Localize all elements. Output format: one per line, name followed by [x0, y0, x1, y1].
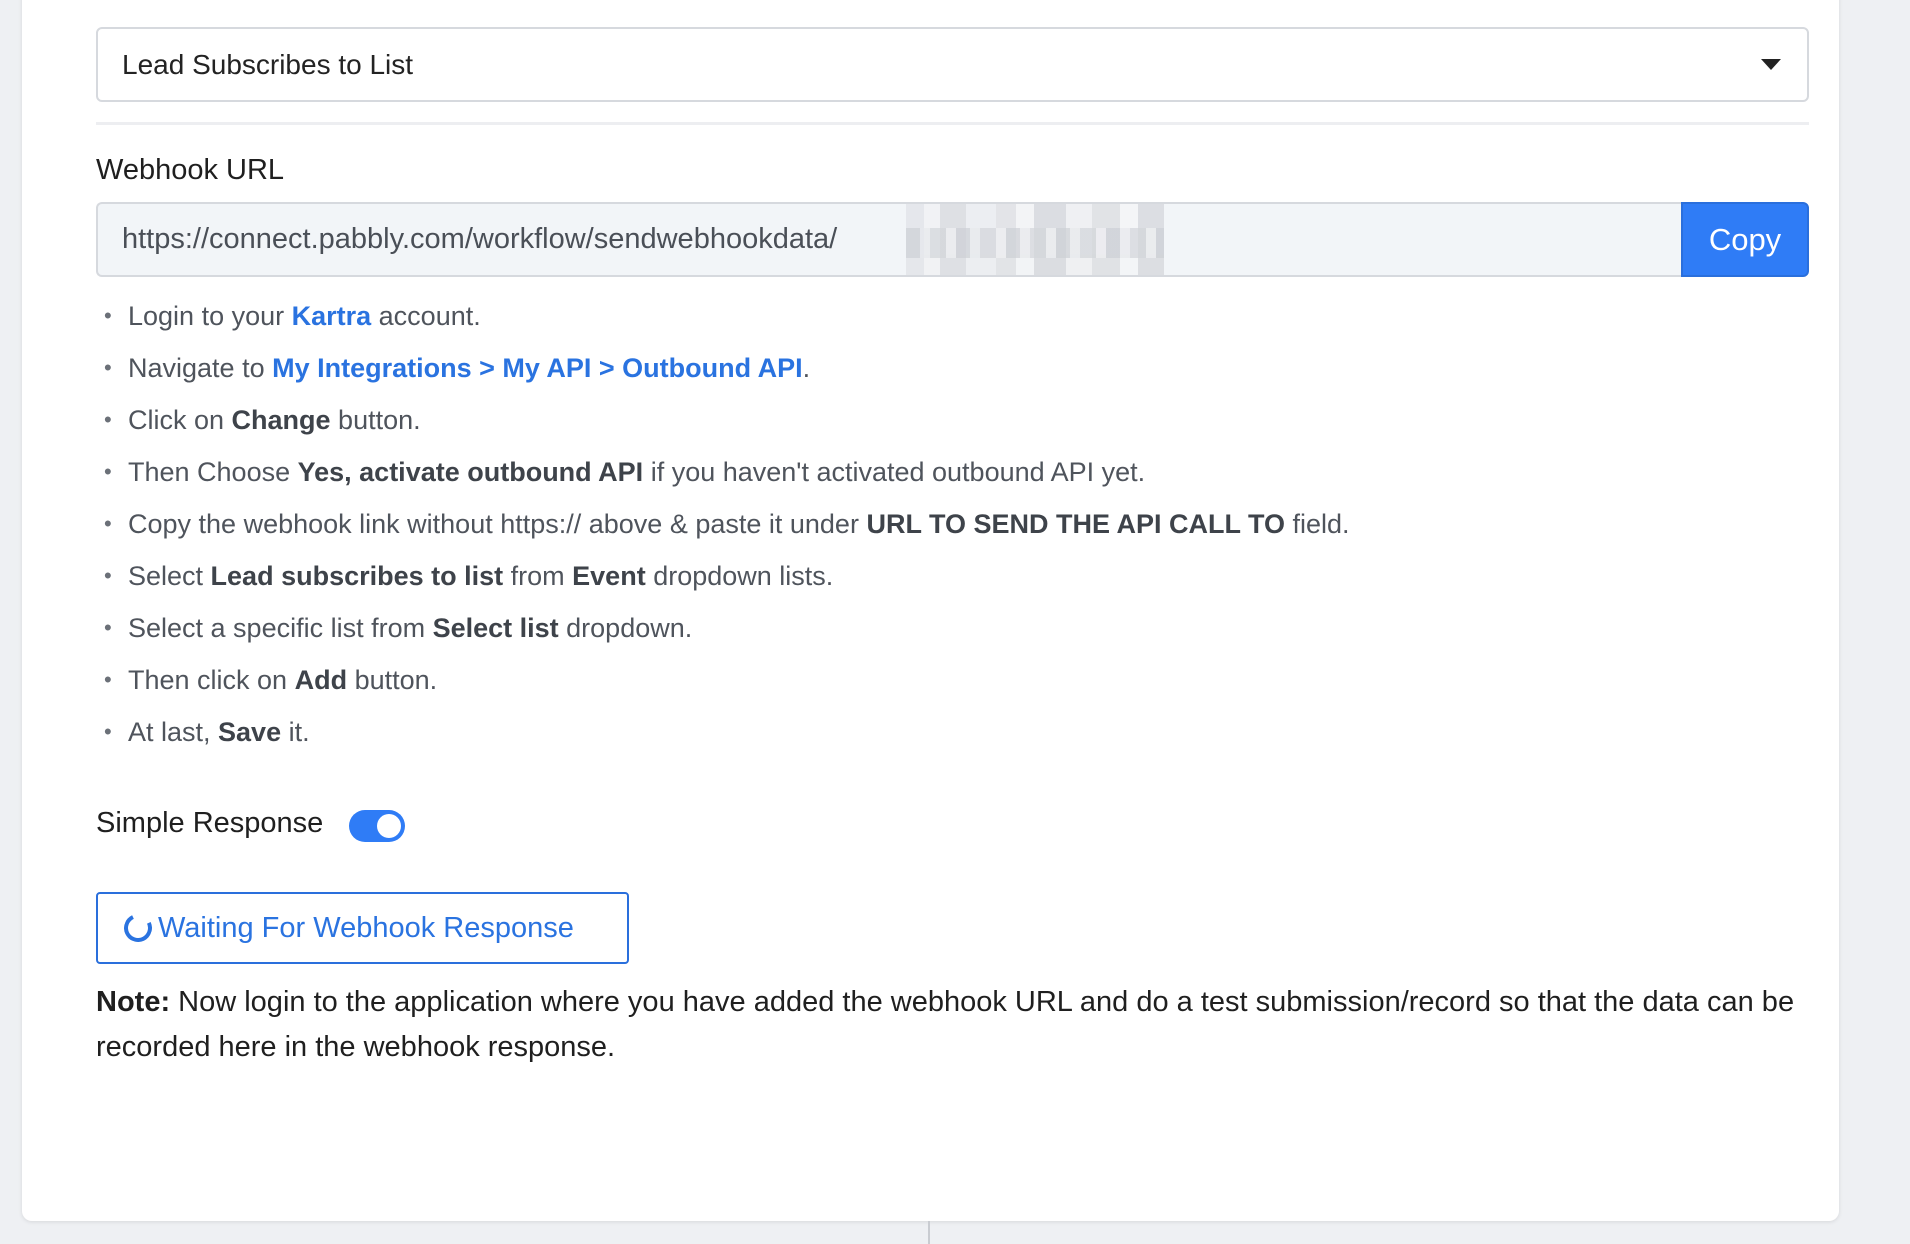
instruction-text: Then click on — [128, 665, 295, 695]
simple-response-row: Simple Response — [96, 804, 406, 842]
spinner-icon — [120, 910, 156, 946]
instruction-text: if you haven't activated outbound API ye… — [643, 457, 1146, 487]
instruction-item: Then Choose Yes, activate outbound API i… — [96, 451, 1350, 503]
note-prefix: Note: — [96, 986, 171, 1018]
connector-line — [928, 1221, 930, 1244]
instruction-text: from — [503, 561, 573, 591]
redacted-token-blur — [906, 204, 1164, 275]
instruction-text: Navigate to — [128, 353, 273, 383]
toggle-knob — [377, 814, 402, 838]
chevron-down-icon — [1761, 59, 1781, 70]
instruction-list: Login to your Kartra account.Navigate to… — [96, 295, 1350, 763]
instruction-text: dropdown. — [558, 613, 693, 643]
instruction-emphasis: Select list — [432, 613, 559, 643]
instruction-text: Select — [128, 561, 211, 591]
instruction-link[interactable]: My Integrations > My API > Outbound API — [272, 353, 803, 383]
instruction-text: . — [802, 353, 811, 383]
simple-response-toggle[interactable] — [349, 810, 406, 842]
instruction-emphasis: Add — [294, 665, 348, 695]
instruction-item: Login to your Kartra account. — [96, 295, 1350, 347]
instruction-text: At last, — [128, 717, 219, 747]
note-text: Note: Now login to the application where… — [96, 980, 1809, 1070]
trigger-event-value: Lead Subscribes to List — [122, 48, 414, 80]
instruction-item: Select Lead subscribes to list from Even… — [96, 555, 1350, 607]
webhook-url-label: Webhook URL — [96, 154, 285, 186]
instruction-text: button. — [330, 405, 421, 435]
instruction-emphasis: URL TO SEND THE API CALL TO — [866, 509, 1285, 539]
waiting-webhook-response-button[interactable]: Waiting For Webhook Response — [96, 892, 629, 964]
instruction-emphasis: Lead subscribes to list — [210, 561, 504, 591]
instruction-item: Then click on Add button. — [96, 659, 1350, 711]
copy-button[interactable]: Copy — [1681, 202, 1809, 277]
instruction-item: At last, Save it. — [96, 711, 1350, 763]
instruction-text: Select a specific list from — [128, 613, 433, 643]
instruction-emphasis: Save — [218, 717, 282, 747]
instruction-item: Copy the webhook link without https:// a… — [96, 503, 1350, 555]
section-divider — [96, 122, 1809, 125]
instruction-emphasis: Change — [231, 405, 331, 435]
instruction-text: Click on — [128, 405, 232, 435]
instruction-text: button. — [347, 665, 438, 695]
instruction-text: Copy the webhook link without https:// a… — [128, 509, 867, 539]
instruction-item: Click on Change button. — [96, 399, 1350, 451]
webhook-url-field[interactable]: https://connect.pabbly.com/workflow/send… — [96, 202, 1681, 277]
instruction-text: dropdown lists. — [645, 561, 834, 591]
simple-response-label: Simple Response — [96, 806, 324, 839]
webhook-url-group: https://connect.pabbly.com/workflow/send… — [96, 202, 1809, 277]
trigger-event-select[interactable]: Lead Subscribes to List — [96, 27, 1809, 102]
instruction-text: account. — [371, 301, 481, 331]
instruction-link[interactable]: Kartra — [292, 301, 372, 331]
form-card: Lead Subscribes to List Webhook URL http… — [22, 0, 1839, 1221]
note-body: Now login to the application where you h… — [96, 986, 1795, 1063]
waiting-button-label: Waiting For Webhook Response — [158, 911, 574, 944]
instruction-text: Login to your — [128, 301, 292, 331]
instruction-item: Select a specific list from Select list … — [96, 607, 1350, 659]
instruction-item: Navigate to My Integrations > My API > O… — [96, 347, 1350, 399]
instruction-text: field. — [1285, 509, 1350, 539]
instruction-emphasis: Event — [572, 561, 646, 591]
instruction-text: it. — [281, 717, 310, 747]
instruction-emphasis: Yes, activate outbound API — [297, 457, 644, 487]
instruction-text: Then Choose — [128, 457, 298, 487]
webhook-url-text: https://connect.pabbly.com/workflow/send… — [122, 223, 838, 255]
